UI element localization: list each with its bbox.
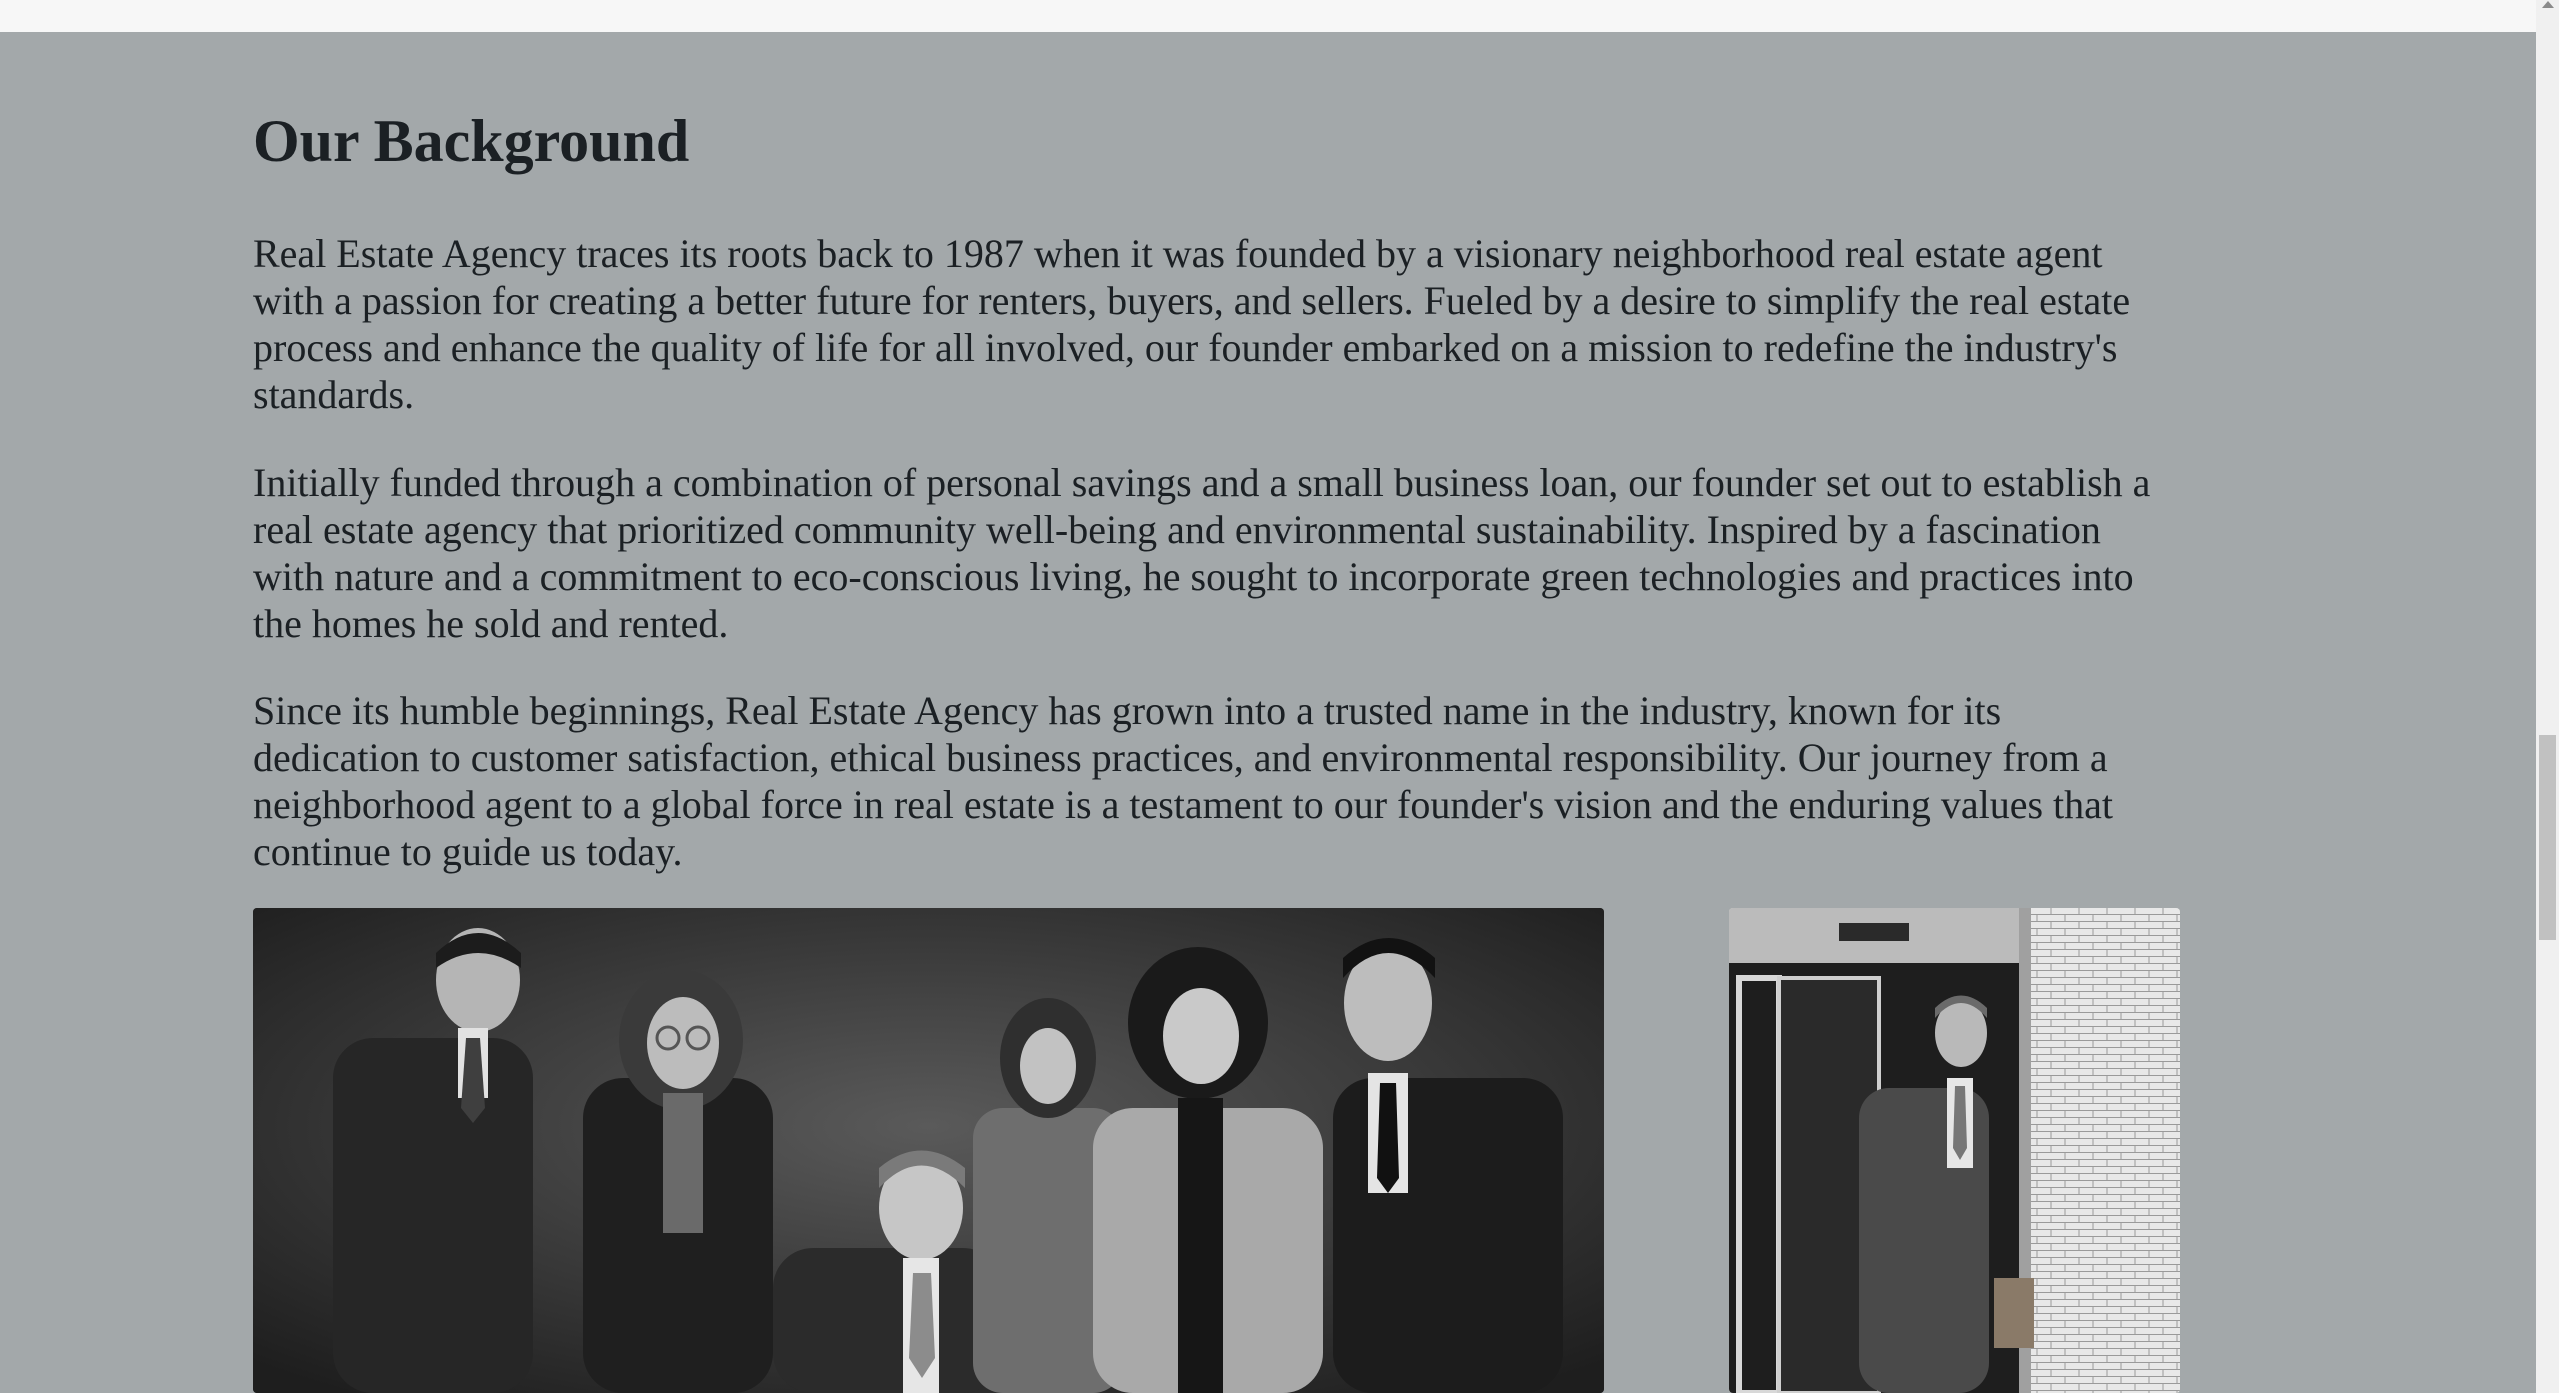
paragraph-history: Real Estate Agency traces its roots back… — [253, 231, 2131, 417]
section-title: Our Background — [253, 108, 690, 174]
scrollbar-thumb[interactable] — [2539, 735, 2556, 940]
team-photo — [253, 908, 1604, 1393]
founder-photo — [1729, 908, 2180, 1393]
founder-photo-illustration — [1729, 908, 2180, 1393]
paragraph-funding: Initially funded through a combination o… — [253, 460, 2151, 646]
team-photo-illustration — [253, 908, 1604, 1393]
paragraph-growth: Since its humble beginnings, Real Estate… — [253, 688, 2113, 874]
top-bar — [0, 0, 2536, 32]
background-section: Our Background Real Estate Agency traces… — [253, 96, 2168, 875]
scroll-up-arrow-icon[interactable] — [2542, 1, 2554, 8]
vertical-scrollbar[interactable] — [2536, 0, 2559, 1393]
